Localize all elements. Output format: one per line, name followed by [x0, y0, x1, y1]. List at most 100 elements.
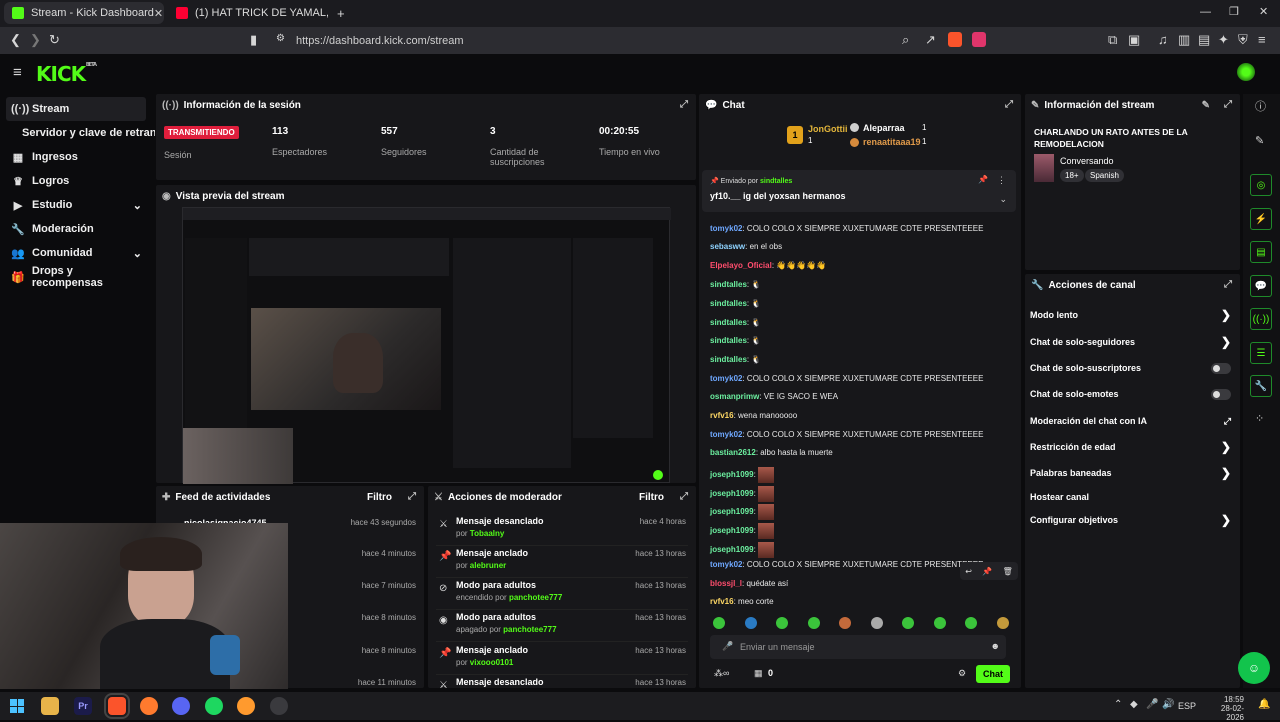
wrench-action-icon[interactable]: 🔧 — [1250, 375, 1272, 397]
mod-action-user[interactable]: panchotee777 — [503, 625, 556, 634]
chat-message[interactable]: sindtalles: 🐧 — [710, 318, 761, 327]
toggle-switch[interactable] — [1211, 362, 1231, 374]
obs-icon[interactable] — [270, 697, 288, 715]
clock[interactable]: 18:59 28-02-2026 — [1208, 695, 1244, 722]
reload-icon[interactable]: ↻ — [49, 33, 60, 46]
channel-action-item[interactable]: Palabras baneadas ❯ — [1030, 463, 1235, 483]
emote-icon[interactable] — [902, 617, 914, 629]
pencil-icon[interactable]: ✎ — [1255, 136, 1264, 147]
chat-username[interactable]: joseph1099 — [710, 470, 754, 479]
emote-icon[interactable] — [776, 617, 788, 629]
chat-message[interactable]: joseph1099: ▮ — [710, 486, 775, 502]
chat-username[interactable]: joseph1099 — [710, 507, 754, 516]
channel-action-item[interactable]: Hostear canal — [1030, 487, 1235, 507]
firefox-icon[interactable] — [237, 697, 255, 715]
sidebar-item-drops[interactable]: 🎁 Drops y recompensas — [6, 265, 146, 289]
category-name[interactable]: Conversando — [1060, 156, 1114, 166]
zoom-icon[interactable]: ⌕ — [902, 33, 909, 46]
chat-message[interactable]: sindtalles: 🐧 — [710, 355, 761, 364]
expand-icon[interactable]: ⤢ — [1224, 99, 1232, 110]
mod-action-user[interactable]: panchotee777 — [509, 593, 562, 602]
chat-username[interactable]: sindtalles — [710, 299, 747, 308]
emote-icon[interactable] — [965, 617, 977, 629]
location-icon[interactable]: ◆ — [1130, 700, 1138, 710]
more-options-icon[interactable]: ⋮ — [997, 175, 1006, 186]
mod-action-user[interactable]: Tobaalny — [470, 529, 505, 538]
close-tab-icon[interactable]: ✕ — [154, 7, 163, 20]
emote-icon[interactable] — [807, 617, 820, 629]
windows-start-icon[interactable] — [10, 699, 24, 713]
chat-message[interactable]: sebasww: en el obs — [710, 242, 782, 251]
channel-action-item[interactable]: Restricción de edad ❯ — [1030, 437, 1235, 457]
top-gifter-name[interactable]: Aleparraa — [863, 123, 905, 133]
emote-icon[interactable] — [996, 617, 1009, 629]
leo-ai-icon[interactable]: ✦ — [1218, 33, 1229, 46]
spotify-icon[interactable] — [205, 697, 223, 715]
brave-icon[interactable] — [104, 693, 130, 719]
chat-action-icon[interactable]: 💬 — [1250, 275, 1272, 297]
chat-username[interactable]: rvfv16 — [710, 597, 734, 606]
chat-username[interactable]: tomyk02 — [710, 224, 742, 233]
chat-username[interactable]: Elpelayo_Oficial — [710, 261, 772, 270]
chat-message[interactable]: tomyk02: COLO COLO X SIEMPRE XUXETUMARE … — [710, 430, 983, 439]
unpin-icon[interactable]: 📌 — [978, 175, 988, 184]
sidebar-item-logros[interactable]: ♛ Logros — [6, 169, 146, 193]
chat-message[interactable]: joseph1099: ▮ — [710, 467, 775, 483]
chat-input[interactable]: 🎤 Enviar un mensaje ☻ — [710, 635, 1006, 659]
speaker-icon[interactable]: 🔊 — [1162, 700, 1174, 710]
brave-shield-icon[interactable] — [948, 32, 962, 47]
mod-action-item[interactable]: 📌 Mensaje anclado por alebruner hace 13 hor… — [436, 546, 688, 578]
treasure-icon[interactable]: ▦ — [754, 668, 763, 679]
chat-username[interactable]: joseph1099 — [710, 545, 754, 554]
premiere-icon[interactable]: Pr — [74, 697, 92, 715]
sidebar-item-estudio[interactable]: ▶ Estudio ⌄ — [6, 193, 146, 217]
chat-username[interactable]: sindtalles — [710, 318, 747, 327]
browser-tab[interactable]: (1) HAT TRICK DE YAMAL, GOLEADA ✕ — [168, 2, 328, 24]
chat-username[interactable]: tomyk02 — [710, 374, 742, 383]
chat-message[interactable]: sindtalles: 🐧 — [710, 299, 761, 308]
file-explorer-icon[interactable] — [41, 697, 59, 715]
chat-settings-icon[interactable]: ⚙ — [958, 668, 966, 679]
chat-message[interactable]: Elpelayo_Oficial: 👋👋👋👋👋 — [710, 261, 826, 270]
mod-action-user[interactable]: alebruner — [470, 561, 506, 570]
chat-username[interactable]: tomyk02 — [710, 560, 742, 569]
channel-action-item[interactable]: Chat de solo-seguidores ❯ — [1030, 332, 1235, 352]
new-tab-icon[interactable]: + — [337, 7, 345, 20]
mod-action-item[interactable]: 📌 Mensaje anclado por vixooo0101 hace 13 ho… — [436, 643, 688, 675]
chat-username[interactable]: bastian2612 — [710, 448, 756, 457]
expand-icon[interactable]: ⤢ — [408, 491, 416, 502]
filter-button[interactable]: Filtro — [639, 492, 664, 503]
chat-message[interactable]: joseph1099: ▮ — [710, 542, 775, 558]
sidebar-item-comunidad[interactable]: 👥 Comunidad ⌄ — [6, 241, 146, 265]
edit-stream-icon[interactable]: ✎ — [1202, 100, 1210, 111]
chat-message[interactable]: rvfv16: wena manooooo — [710, 411, 797, 420]
vpn-icon[interactable]: ⛨ — [1238, 33, 1248, 46]
channel-action-item[interactable]: Chat de solo-suscriptores — [1030, 358, 1235, 378]
avatar[interactable] — [1237, 63, 1255, 81]
extensions-icon[interactable]: ⧉ — [1108, 33, 1117, 46]
chat-username[interactable]: sindtalles — [710, 336, 747, 345]
emote-icon[interactable] — [839, 617, 851, 629]
chat-username[interactable]: joseph1099 — [710, 489, 754, 498]
chat-message[interactable]: osmanprimw: VE IG SACO E WEA — [710, 392, 838, 401]
microphone-icon[interactable]: 🎤 — [722, 641, 733, 652]
back-icon[interactable]: ❮ — [10, 33, 21, 46]
stream-preview-video[interactable] — [182, 207, 671, 484]
channel-action-item[interactable]: Modo lento ❯ — [1030, 305, 1235, 325]
sidebar-icon[interactable]: ▥ — [1178, 33, 1190, 46]
chat-username[interactable]: sindtalles — [710, 355, 747, 364]
mod-action-item[interactable]: ◉ Modo para adultos apagado por panchotee7… — [436, 610, 688, 642]
chat-message[interactable]: sindtalles: 🐧 — [710, 280, 761, 289]
info-icon[interactable]: ⓘ — [1255, 102, 1266, 113]
kick-logo[interactable]: KICK BETA — [36, 62, 97, 86]
chat-message[interactable]: bastian2612: albo hasta la muerte — [710, 448, 833, 457]
reply-icon[interactable]: ↩ — [965, 567, 972, 576]
music-icon[interactable]: ♫ — [1158, 33, 1168, 46]
hamburger-menu-icon[interactable]: ≡ — [13, 65, 22, 80]
emote-icon[interactable] — [933, 617, 946, 629]
chat-message[interactable]: sindtalles: 🐧 — [710, 336, 761, 345]
points-icon[interactable]: ⁂∞ — [714, 668, 729, 679]
channel-action-item[interactable]: Moderación del chat con IA ⤢ — [1030, 411, 1235, 431]
microphone-icon[interactable]: 🎤 — [1146, 700, 1158, 710]
language-indicator[interactable]: ESP — [1178, 701, 1196, 711]
